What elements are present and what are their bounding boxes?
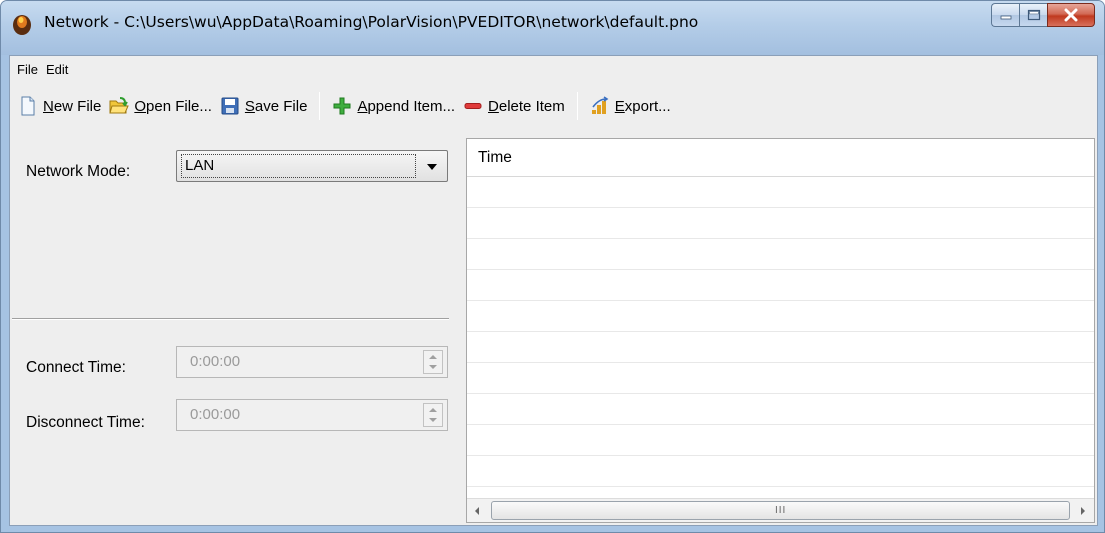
disconnect-time-stepper[interactable]: [423, 403, 443, 427]
toolbar-separator: [576, 92, 578, 120]
delete-item-button[interactable]: Delete Item: [459, 90, 569, 122]
new-file-button[interactable]: New File: [14, 90, 105, 122]
caption-buttons: [991, 3, 1095, 29]
delete-item-label: Delete Item: [488, 97, 565, 115]
table-header: Time: [467, 139, 1094, 177]
settings-pane: Network Mode: LAN Connect Time: 0:00:00 …: [10, 138, 463, 527]
append-item-label: Append Item...: [357, 97, 456, 115]
minimize-icon: [1000, 15, 1011, 20]
spin-down-icon[interactable]: [429, 365, 437, 369]
save-file-label: Save File: [244, 97, 308, 115]
connect-time-value: 0:00:00: [190, 353, 241, 370]
table-row: [467, 208, 1094, 239]
scroll-right-icon[interactable]: [1072, 499, 1094, 522]
open-file-button[interactable]: Open File...: [105, 90, 216, 122]
disconnect-time-label: Disconnect Time:: [26, 414, 145, 431]
column-header-time[interactable]: Time: [478, 149, 512, 167]
table-row: [467, 456, 1094, 487]
menu-file[interactable]: File: [13, 62, 42, 77]
spin-up-icon[interactable]: [429, 408, 437, 412]
table-row: [467, 301, 1094, 332]
export-label: Export...: [614, 97, 671, 115]
open-file-label: Open File...: [134, 97, 212, 115]
open-folder-icon: [109, 97, 130, 114]
toolbar: New File Open File... Save File Append I…: [10, 86, 1097, 126]
app-logo-icon: [13, 15, 31, 35]
minimize-button[interactable]: [991, 3, 1019, 27]
scroll-left-icon[interactable]: [467, 499, 489, 522]
network-mode-dropdown[interactable]: LAN: [176, 150, 448, 182]
table-row: [467, 332, 1094, 363]
table-row: [467, 177, 1094, 208]
close-button[interactable]: [1047, 3, 1095, 27]
disconnect-time-value: 0:00:00: [190, 406, 241, 423]
disconnect-time-spinner[interactable]: 0:00:00: [176, 399, 448, 431]
divider: [12, 318, 449, 320]
window-title: Network - C:\Users\wu\AppData\Roaming\Po…: [44, 13, 699, 31]
application-window: Network - C:\Users\wu\AppData\Roaming\Po…: [0, 0, 1105, 533]
connect-time-label: Connect Time:: [26, 359, 126, 376]
table-row: [467, 425, 1094, 456]
export-button[interactable]: Export...: [586, 90, 675, 122]
save-file-button[interactable]: Save File: [216, 90, 312, 122]
save-icon: [221, 97, 239, 115]
scrollbar-thumb[interactable]: III: [491, 501, 1070, 520]
new-file-icon: [21, 96, 35, 116]
title-bar[interactable]: Network - C:\Users\wu\AppData\Roaming\Po…: [1, 1, 1104, 55]
connect-time-stepper[interactable]: [423, 350, 443, 374]
new-file-label: New File: [43, 97, 102, 115]
plus-icon: [333, 97, 351, 115]
time-table[interactable]: Time III: [466, 138, 1095, 523]
table-row: [467, 239, 1094, 270]
horizontal-scrollbar[interactable]: III: [467, 498, 1094, 522]
menu-bar: File Edit: [10, 56, 1097, 82]
spin-down-icon[interactable]: [429, 418, 437, 422]
append-item-button[interactable]: Append Item...: [328, 90, 459, 122]
table-row: [467, 394, 1094, 425]
chevron-down-icon: [427, 164, 437, 170]
network-mode-value: LAN: [181, 154, 416, 178]
maximize-icon: [1027, 9, 1040, 21]
menu-edit[interactable]: Edit: [42, 62, 72, 77]
table-row: [467, 363, 1094, 394]
maximize-button[interactable]: [1019, 3, 1047, 27]
toolbar-separator: [319, 92, 321, 120]
minus-icon: [464, 103, 482, 109]
close-icon: [1064, 8, 1078, 22]
table-row: [467, 270, 1094, 301]
scrollbar-grip: III: [775, 505, 787, 516]
connect-time-spinner[interactable]: 0:00:00: [176, 346, 448, 378]
network-mode-label: Network Mode:: [26, 163, 131, 180]
spin-up-icon[interactable]: [429, 355, 437, 359]
client-area: File Edit New File Open File... Save Fil…: [9, 55, 1098, 526]
table-rows: [467, 177, 1094, 487]
export-icon: [591, 96, 609, 114]
